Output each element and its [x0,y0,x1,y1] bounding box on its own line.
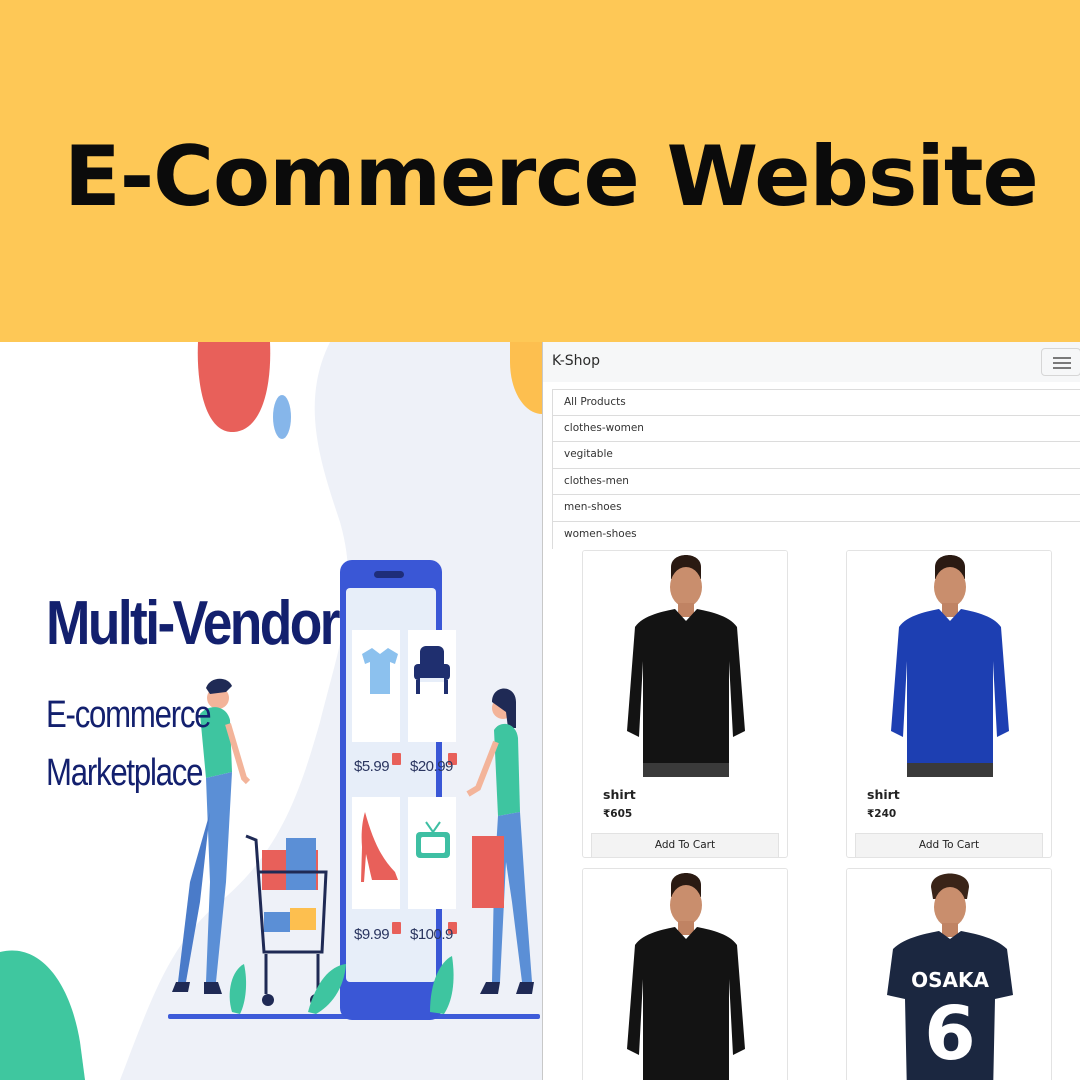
price-label: $9.99 [354,926,390,943]
blue-dot-shape [273,395,291,439]
category-item-women-shoes[interactable]: women-shoes [552,521,1080,549]
shirt-image-icon [891,609,1009,769]
multi-vendor-title: Multi-Vendor [46,589,340,658]
product-image[interactable] [583,551,788,777]
print-number: 6 [924,991,976,1077]
category-item-vegitable[interactable]: vegitable [552,442,1080,469]
category-item-all-products[interactable]: All Products [552,389,1080,416]
category-item-clothes-women[interactable]: clothes-women [552,415,1080,443]
product-image[interactable]: OSAKA 6 [847,869,1052,1080]
add-to-cart-button[interactable]: Add To Cart [591,833,779,857]
product-image[interactable] [847,551,1052,777]
product-name[interactable]: shirt [867,787,900,802]
category-item-men-shoes[interactable]: men-shoes [552,495,1080,522]
price-label: $100.9 [410,926,453,943]
price-label: $20.99 [410,758,453,775]
category-item-clothes-men[interactable]: clothes-men [552,468,1080,496]
shirt-image-icon [627,609,745,769]
shirt-image-icon [627,927,745,1080]
banner-title: E-Commerce Website [64,128,1039,225]
marketplace-subtitle: Marketplace [46,752,203,794]
product-price: ₹240 [867,808,897,820]
brand-link[interactable]: K-Shop [552,353,600,369]
product-card [582,868,788,1080]
ecommerce-subtitle: E-commerce [46,694,212,736]
navbar: K-Shop [543,342,1080,382]
hamburger-menu-icon[interactable] [1041,348,1080,376]
category-list: All Products clothes-women vegitable clo… [552,389,1080,549]
product-image[interactable] [583,869,788,1080]
product-card: shirt ₹605 Add To Cart [582,550,788,858]
kshop-screenshot: K-Shop All Products clothes-women vegita… [542,342,1080,1080]
product-card: OSAKA 6 [846,868,1052,1080]
price-label: $5.99 [354,758,390,775]
green-blob-shape [0,950,85,1080]
multi-vendor-illustration: Multi-Vendor E-commerce Marketplace $5.9… [0,342,542,1080]
top-banner: E-Commerce Website [0,0,1080,342]
print-text: OSAKA [911,968,989,992]
product-card: shirt ₹240 Add To Cart [846,550,1052,858]
smartphone-icon [340,560,457,1020]
add-to-cart-button[interactable]: Add To Cart [855,833,1043,857]
red-blob-shape [197,342,271,433]
product-price: ₹605 [603,808,633,820]
product-name[interactable]: shirt [603,787,636,802]
